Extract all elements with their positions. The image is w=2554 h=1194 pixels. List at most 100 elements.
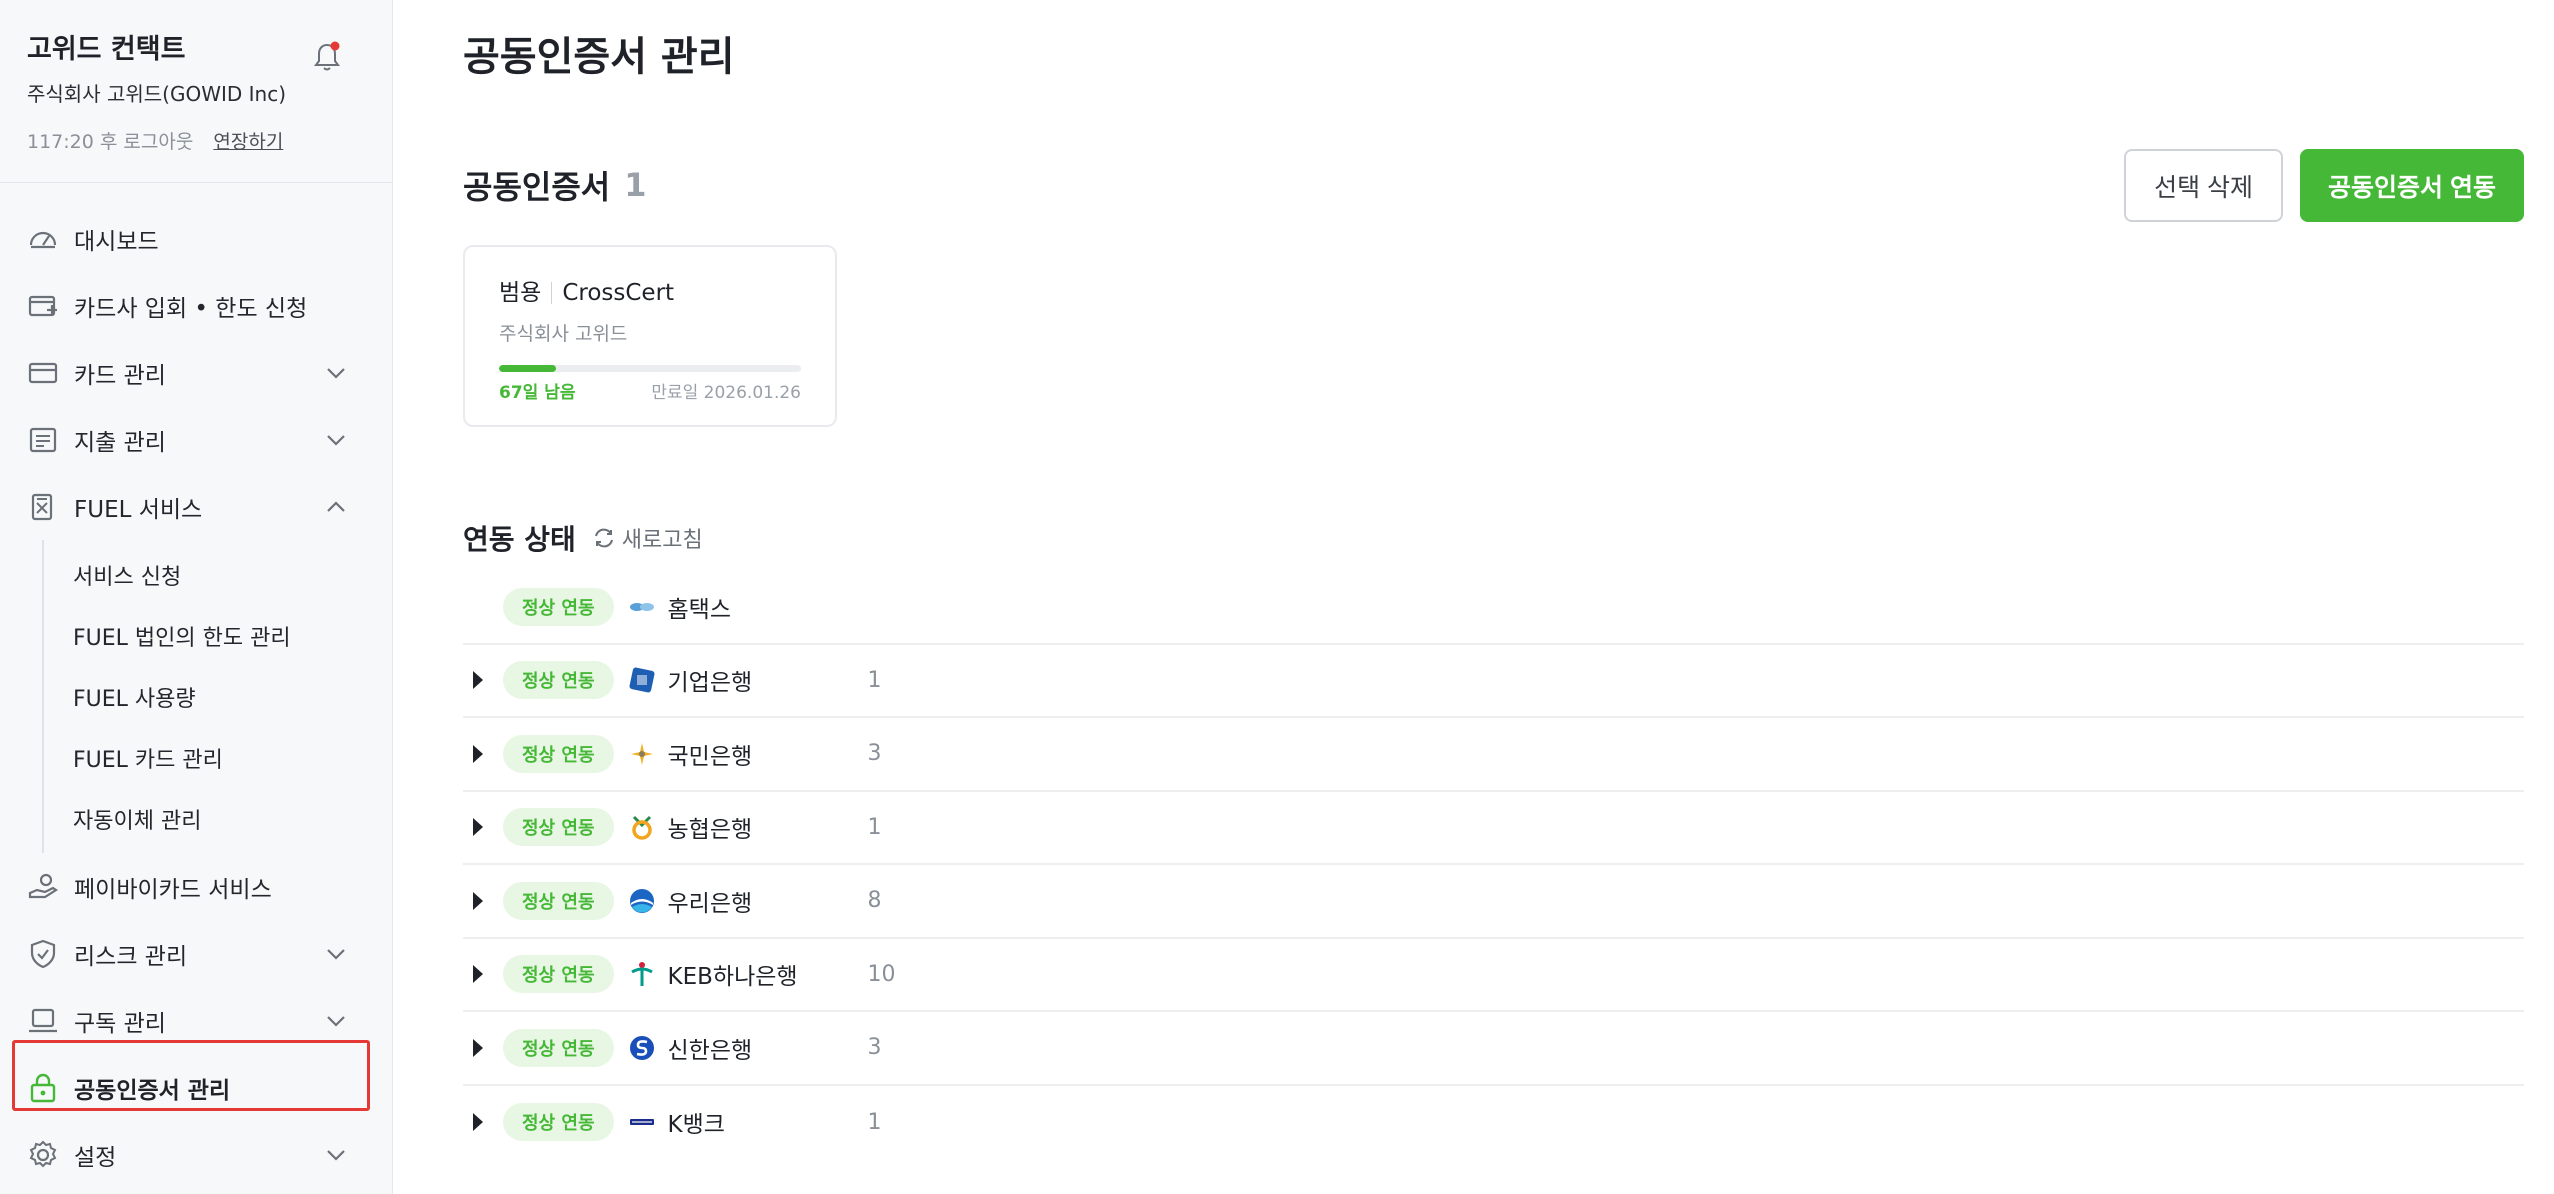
expiry-date: 만료일 2026.01.26: [651, 383, 801, 403]
chevron-down-icon: [327, 367, 345, 379]
sidebar-item-label: 대시보드: [74, 228, 159, 255]
expand-toggle[interactable]: [463, 1110, 503, 1134]
sidebar-subitem-auto-transfer[interactable]: 자동이체 관리: [44, 788, 392, 849]
sidebar-item-card-management[interactable]: 카드 관리: [0, 339, 392, 406]
institution-name: K뱅크: [667, 1112, 725, 1139]
sidebar-item-card-application[interactable]: 카드사 입회 • 한도 신청: [0, 272, 392, 339]
account-count: 10: [867, 961, 896, 987]
sidebar-item-expense[interactable]: 지출 관리: [0, 406, 392, 473]
sidebar-subitem-service-apply[interactable]: 서비스 신청: [44, 544, 392, 605]
certificate-section-header: 공동인증서 1 선택 삭제 공동인증서 연동: [463, 149, 2524, 222]
caret-right-icon: [473, 818, 483, 837]
status-row-ibk: 정상 연동 기업은행 1: [463, 645, 2524, 718]
connect-certificate-button[interactable]: 공동인증서 연동: [2300, 149, 2524, 222]
status-row-nh: 정상 연동 농협은행 1: [463, 792, 2524, 865]
certificate-footer: 67일 남음 만료일 2026.01.26: [499, 382, 801, 404]
certificate-owner: 주식회사 고위드: [499, 323, 628, 345]
expand-toggle[interactable]: [463, 1036, 503, 1060]
caret-right-icon: [473, 1038, 483, 1057]
hand-coin-icon: [28, 873, 59, 898]
chevron-down-icon: [327, 1015, 345, 1027]
card-icon: [28, 362, 58, 383]
main-content: 공동인증서 관리 공동인증서 1 선택 삭제 공동인증서 연동 범용 Cross…: [393, 0, 2554, 1194]
certificate-type: 범용: [499, 280, 542, 306]
gear-icon: [29, 1140, 57, 1167]
sidebar-item-pay-by-card[interactable]: 페이바이카드 서비스: [0, 853, 392, 920]
chevron-down-icon: [327, 434, 345, 446]
account-count: 1: [867, 814, 882, 840]
status-section-header: 연동 상태 새로고침: [463, 515, 2524, 561]
status-row-kbank: 정상 연동 K뱅크 1: [463, 1086, 2524, 1160]
nh-logo-icon: [631, 816, 652, 840]
expand-toggle[interactable]: [463, 742, 503, 766]
certificate-card[interactable]: 범용 CrossCert 주식회사 고위드 67일 남음 만료일 2026.01…: [463, 245, 837, 427]
account-count: 3: [867, 1035, 882, 1061]
expand-toggle[interactable]: [463, 962, 503, 986]
status-list: 정상 연동 홈택스 정상 연동 기업은행 1 정상 연동 국민은행 3 정상 연…: [463, 571, 2524, 1159]
company-name: 주식회사 고위드(GOWID Inc): [27, 82, 287, 106]
fuel-submenu: 서비스 신청 FUEL 법인의 한도 관리 FUEL 사용량 FUEL 카드 관…: [42, 540, 392, 853]
extend-session-link[interactable]: 연장하기: [213, 131, 283, 153]
woori-logo-icon: [629, 888, 654, 913]
chevron-down-icon: [327, 948, 345, 960]
validity-progress-fill: [499, 365, 557, 372]
gauge-icon: [29, 231, 57, 248]
expand-toggle[interactable]: [463, 815, 503, 839]
session-timer: 117:20 후 로그아웃 연장하기: [27, 128, 365, 156]
institution-name: 신한은행: [667, 1037, 753, 1064]
sidebar-subitem-fuel-limit[interactable]: FUEL 법인의 한도 관리: [44, 605, 392, 666]
shinhan-logo-icon: [629, 1035, 654, 1060]
status-badge: 정상 연동: [503, 661, 614, 700]
bell-icon[interactable]: [312, 40, 342, 74]
ibk-logo-icon: [629, 667, 655, 693]
delete-selected-button[interactable]: 선택 삭제: [2124, 149, 2284, 222]
hana-logo-icon: [630, 962, 653, 987]
sidebar-item-label: 리스크 관리: [74, 943, 188, 970]
status-badge: 정상 연동: [503, 808, 614, 847]
sidebar-item-label: 설정: [74, 1144, 117, 1171]
section-title: 공동인증서: [463, 168, 611, 206]
institution-name: 우리은행: [667, 890, 753, 917]
account-count: 3: [867, 741, 882, 767]
status-badge: 정상 연동: [503, 734, 614, 773]
sidebar-nav: 대시보드 카드사 입회 • 한도 신청 카드 관리 지출 관리 FUEL 서비스: [0, 183, 392, 1188]
caret-right-icon: [473, 744, 483, 763]
sidebar-item-label: 페이바이카드 서비스: [74, 876, 272, 903]
expand-toggle[interactable]: [463, 889, 503, 913]
refresh-button[interactable]: 새로고침: [592, 522, 703, 554]
lock-icon: [30, 1073, 56, 1102]
sidebar-item-settings[interactable]: 설정: [0, 1121, 392, 1188]
caret-right-icon: [473, 671, 483, 690]
status-row-shinhan: 정상 연동 신한은행 3: [463, 1012, 2524, 1086]
expand-toggle[interactable]: [463, 668, 503, 692]
sidebar-item-fuel-service[interactable]: FUEL 서비스: [0, 473, 392, 540]
sidebar-item-certificate[interactable]: 공동인증서 관리: [0, 1054, 392, 1121]
sidebar-item-label: 지출 관리: [74, 429, 166, 456]
chevron-up-icon: [327, 500, 345, 512]
sidebar-subitem-fuel-card[interactable]: FUEL 카드 관리: [44, 727, 392, 788]
institution-name: 국민은행: [667, 743, 753, 770]
account-count: 1: [867, 667, 882, 693]
session-text: 117:20 후 로그아웃: [27, 131, 194, 153]
sidebar-item-label: 공동인증서 관리: [74, 1077, 231, 1104]
institution-name: KEB하나은행: [667, 964, 798, 991]
laptop-icon: [29, 1008, 57, 1032]
status-badge: 정상 연동: [503, 1103, 614, 1142]
sidebar-item-label: 카드 관리: [74, 362, 166, 389]
action-buttons: 선택 삭제 공동인증서 연동: [2124, 149, 2524, 222]
status-title: 연동 상태: [463, 523, 576, 556]
validity-progress: [499, 365, 801, 372]
sidebar-item-risk[interactable]: 리스크 관리: [0, 920, 392, 987]
caret-right-icon: [473, 891, 483, 910]
kbank-logo-icon: [629, 1119, 654, 1126]
sidebar-item-subscription[interactable]: 구독 관리: [0, 987, 392, 1054]
status-row-woori: 정상 연동 우리은행 8: [463, 865, 2524, 939]
sidebar-item-dashboard[interactable]: 대시보드: [0, 205, 392, 272]
shield-check-icon: [30, 939, 56, 968]
sidebar-subitem-fuel-usage[interactable]: FUEL 사용량: [44, 666, 392, 727]
sidebar-header: 고위드 컨택트 주식회사 고위드(GOWID Inc) 117:20 후 로그아…: [0, 0, 392, 183]
app-root: 고위드 컨택트 주식회사 고위드(GOWID Inc) 117:20 후 로그아…: [0, 0, 2554, 1194]
hometax-logo-icon: [629, 602, 654, 611]
status-row-hana: 정상 연동 KEB하나은행 10: [463, 939, 2524, 1012]
days-left: 67일 남음: [499, 383, 576, 403]
